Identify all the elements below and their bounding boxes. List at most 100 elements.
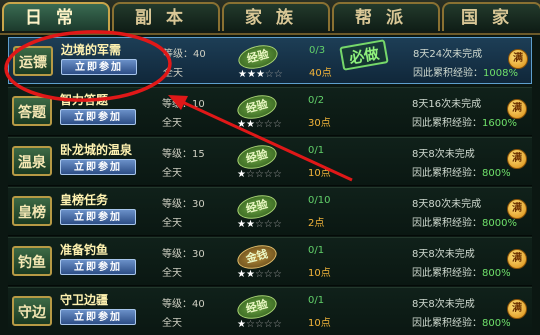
full-coin-icon[interactable]: 满 bbox=[507, 149, 527, 169]
star-filled-icon: ★ bbox=[238, 69, 247, 80]
daily-activity-panel: 日常 副本 家族 帮派 国家 运镖 边境的军需 立即参加 等级：40 全天 经验 ★★★☆☆… bbox=[0, 0, 540, 335]
star-empty-icon: ☆ bbox=[254, 269, 264, 280]
activity-name: 卧龙城的温泉 bbox=[60, 143, 133, 157]
time-window: 全天 bbox=[163, 68, 183, 79]
star-empty-icon: ☆ bbox=[272, 219, 282, 230]
incomplete-status: 8天8次未完成 bbox=[412, 249, 475, 260]
full-coin-icon[interactable]: 满 bbox=[507, 199, 527, 219]
completion-progress: 0/10 bbox=[308, 195, 331, 206]
activity-row[interactable]: 答题 智力答题 立即参加 等级：10 全天 经验 ★★☆☆☆ 0/2 30点 8天16次未完成 因此… bbox=[8, 87, 532, 136]
category-icon: 皇榜 bbox=[12, 196, 52, 226]
activity-name: 皇榜任务 bbox=[60, 193, 109, 207]
tab-gang[interactable]: 帮派 bbox=[332, 2, 440, 31]
incomplete-status: 8天8次未完成 bbox=[412, 299, 475, 310]
difficulty-stars: ★★☆☆☆ bbox=[237, 119, 282, 130]
activity-points: 10点 bbox=[308, 268, 331, 279]
time-window: 全天 bbox=[162, 218, 182, 229]
join-now-button[interactable]: 立即参加 bbox=[60, 109, 136, 125]
level-requirement: 等级：40 bbox=[162, 299, 205, 310]
star-filled-icon: ★ bbox=[245, 119, 255, 130]
reward-type-icon: 经验 bbox=[234, 141, 280, 173]
accumulated-exp-label: 因此累积经验： bbox=[412, 268, 482, 279]
time-window: 全天 bbox=[162, 118, 182, 129]
accumulated-exp-label: 因此累积经验： bbox=[412, 118, 482, 129]
category-icon: 运镖 bbox=[13, 46, 53, 76]
time-window: 全天 bbox=[162, 318, 182, 329]
incomplete-status: 8天80次未完成 bbox=[412, 199, 482, 210]
activity-list: 运镖 边境的军需 立即参加 等级：40 全天 经验 ★★★☆☆ 0/3 40点 必做 8天24次未完… bbox=[8, 37, 540, 335]
star-filled-icon: ★ bbox=[237, 269, 246, 280]
activity-name: 智力答题 bbox=[60, 93, 109, 107]
completion-progress: 0/1 bbox=[308, 245, 325, 256]
time-window: 全天 bbox=[162, 268, 182, 279]
star-empty-icon: ☆ bbox=[245, 319, 255, 330]
activity-row[interactable]: 钓鱼 准备钓鱼 立即参加 等级：30 全天 金钱 ★★☆☆☆ 0/1 10点 8天8次未完成 因此累… bbox=[8, 237, 532, 286]
full-coin-icon[interactable]: 满 bbox=[507, 299, 527, 319]
tab-daily[interactable]: 日常 bbox=[2, 2, 110, 31]
accumulated-exp-percent: 800% bbox=[482, 268, 511, 279]
reward-type-icon: 经验 bbox=[234, 291, 280, 323]
difficulty-stars: ★★☆☆☆ bbox=[237, 219, 282, 230]
completion-progress: 0/1 bbox=[308, 145, 325, 156]
star-empty-icon: ☆ bbox=[263, 119, 273, 130]
accumulated-exp-label: 因此累积经验： bbox=[412, 168, 482, 179]
join-now-button[interactable]: 立即参加 bbox=[60, 309, 136, 325]
activity-name: 准备钓鱼 bbox=[60, 243, 109, 257]
category-icon: 温泉 bbox=[12, 146, 52, 176]
accumulated-exp-percent: 800% bbox=[482, 168, 511, 179]
accumulated-exp: 因此累积经验：800% bbox=[412, 314, 511, 329]
category-icon: 答题 bbox=[12, 96, 52, 126]
accumulated-exp: 因此累积经验：800% bbox=[412, 164, 511, 179]
star-filled-icon: ★ bbox=[237, 169, 246, 180]
accumulated-exp-percent: 800% bbox=[482, 318, 511, 329]
star-empty-icon: ☆ bbox=[254, 169, 264, 180]
incomplete-status: 8天8次未完成 bbox=[412, 149, 475, 160]
reward-type-icon: 经验 bbox=[235, 41, 281, 73]
difficulty-stars: ★★★☆☆ bbox=[238, 69, 283, 80]
level-requirement: 等级：15 bbox=[162, 149, 205, 160]
star-empty-icon: ☆ bbox=[272, 169, 282, 180]
activity-row[interactable]: 守边 守卫边疆 立即参加 等级：40 全天 经验 ★☆☆☆☆ 0/1 10点 8天8次未完成 因此累… bbox=[8, 287, 532, 335]
full-coin-icon[interactable]: 满 bbox=[507, 249, 527, 269]
accumulated-exp: 因此累积经验：8000% bbox=[412, 214, 517, 229]
completion-progress: 0/1 bbox=[308, 295, 325, 306]
tab-dungeon[interactable]: 副本 bbox=[112, 2, 220, 31]
join-now-button[interactable]: 立即参加 bbox=[60, 159, 136, 175]
star-filled-icon: ★ bbox=[246, 69, 256, 80]
star-empty-icon: ☆ bbox=[254, 219, 264, 230]
full-coin-icon[interactable]: 满 bbox=[508, 49, 528, 69]
activity-row[interactable]: 运镖 边境的军需 立即参加 等级：40 全天 经验 ★★★☆☆ 0/3 40点 必做 8天24次未完… bbox=[8, 37, 532, 84]
incomplete-status: 8天16次未完成 bbox=[412, 99, 482, 110]
accumulated-exp: 因此累积经验：800% bbox=[412, 264, 511, 279]
reward-type-icon: 经验 bbox=[234, 91, 280, 123]
accumulated-exp-label: 因此累积经验： bbox=[413, 68, 483, 79]
star-empty-icon: ☆ bbox=[272, 269, 282, 280]
star-filled-icon: ★ bbox=[245, 269, 255, 280]
star-empty-icon: ☆ bbox=[273, 69, 283, 80]
join-now-button[interactable]: 立即参加 bbox=[61, 59, 137, 75]
activity-points: 30点 bbox=[308, 118, 331, 129]
activity-row[interactable]: 温泉 卧龙城的温泉 立即参加 等级：15 全天 经验 ★☆☆☆☆ 0/1 10点 8天8次未完成因… bbox=[8, 137, 532, 186]
star-empty-icon: ☆ bbox=[272, 319, 282, 330]
join-now-button[interactable]: 立即参加 bbox=[60, 209, 136, 225]
full-coin-icon[interactable]: 满 bbox=[507, 99, 527, 119]
activity-points: 10点 bbox=[308, 318, 331, 329]
completion-progress: 0/3 bbox=[309, 45, 326, 56]
activity-row[interactable]: 皇榜 皇榜任务 立即参加 等级：30 全天 经验 ★★☆☆☆ 0/10 2点 8天80次未完成 因此… bbox=[8, 187, 532, 236]
reward-type-icon: 经验 bbox=[234, 191, 280, 223]
tab-nation[interactable]: 国家 bbox=[442, 2, 540, 31]
star-empty-icon: ☆ bbox=[264, 69, 274, 80]
join-now-button[interactable]: 立即参加 bbox=[60, 259, 136, 275]
star-filled-icon: ★ bbox=[237, 119, 246, 130]
level-requirement: 等级：10 bbox=[162, 99, 205, 110]
star-empty-icon: ☆ bbox=[263, 319, 273, 330]
accumulated-exp: 因此累积经验：1008% bbox=[413, 64, 518, 79]
must-do-stamp: 必做 bbox=[339, 39, 389, 71]
star-filled-icon: ★ bbox=[237, 319, 246, 330]
star-empty-icon: ☆ bbox=[272, 119, 282, 130]
star-empty-icon: ☆ bbox=[263, 169, 273, 180]
tab-bar: 日常 副本 家族 帮派 国家 bbox=[0, 0, 540, 35]
difficulty-stars: ★★☆☆☆ bbox=[237, 269, 282, 280]
tab-family[interactable]: 家族 bbox=[222, 2, 330, 31]
activity-name: 边境的军需 bbox=[61, 43, 122, 57]
